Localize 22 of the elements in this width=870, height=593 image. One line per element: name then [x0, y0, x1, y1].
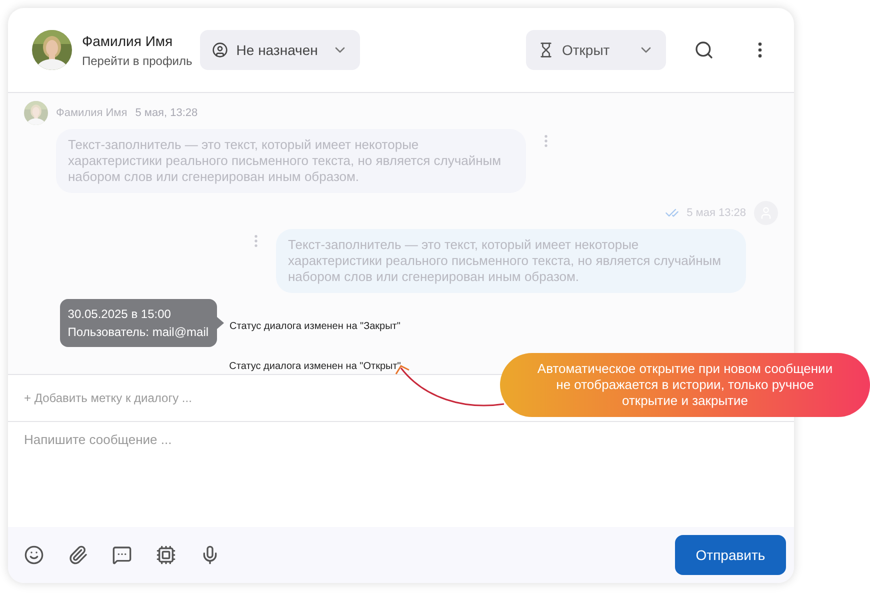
tooltip-user: Пользователь: mail@mail	[68, 324, 209, 341]
status-dropdown[interactable]: Открыт	[526, 30, 666, 70]
message-time: 5 мая, 13:28	[135, 106, 198, 121]
assignee-dropdown[interactable]: Не назначен	[200, 30, 360, 70]
message-bubble: Текст-заполнитель — это текст, который имеет некоторые характеристики реального письменного текста, но является случайным набором слов или сгенерирован иным образом.	[276, 229, 746, 293]
hourglass-icon	[538, 42, 554, 58]
message-bubble: Текст-заполнитель — это текст, который имеет некоторые характеристики реального письменного текста, но является случайным набором слов или сгенерирован иным образом.	[56, 129, 526, 193]
contact-name: Фамилия Имя	[82, 32, 174, 50]
chat-icon[interactable]	[112, 545, 132, 565]
status-event[interactable]: Статус диалога изменен на "Закрыт"	[230, 321, 400, 332]
emoji-icon[interactable]	[24, 545, 44, 565]
paperclip-icon[interactable]	[68, 545, 88, 565]
user-icon	[212, 42, 228, 58]
message-input[interactable]: Напишите сообщение ...	[8, 422, 794, 527]
search-icon[interactable]	[694, 40, 714, 60]
profile-link[interactable]: Перейти в профиль	[82, 52, 192, 70]
author-name: Фамилия Имя	[56, 106, 128, 121]
status-event[interactable]: Статус диалога изменен на "Открыт"	[229, 361, 401, 372]
tooltip-date: 30.05.2025 в 15:00	[68, 306, 172, 323]
callout: Автоматическое открытие при новом сообщении не отображается в истории, только ручное открытие и закрытие	[500, 353, 870, 417]
chip-icon[interactable]	[156, 545, 176, 565]
send-button[interactable]: Отправить	[675, 535, 786, 575]
